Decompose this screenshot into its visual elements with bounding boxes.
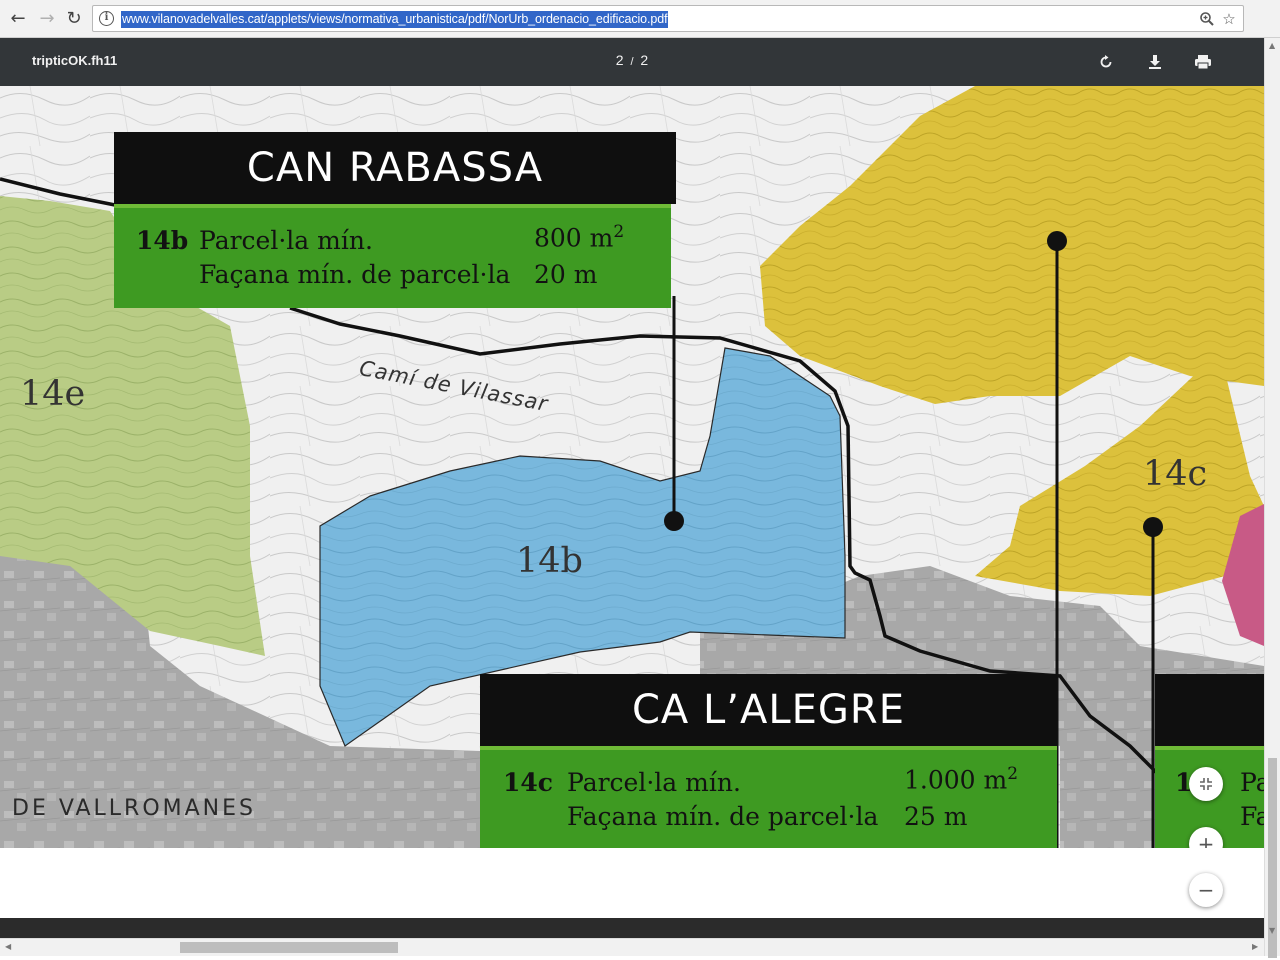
download-icon[interactable] [1142, 49, 1168, 75]
rotate-icon[interactable] [1093, 49, 1119, 75]
page-total: 2 [640, 52, 649, 68]
horizontal-scrollbar[interactable]: ◀ ▶ [0, 938, 1264, 956]
zone-14c-label: 14c [1143, 454, 1208, 494]
page-current[interactable]: 2 [616, 52, 624, 68]
ca-lalegre-min-parcel-value: 1.000 m2 [904, 764, 1019, 795]
can-rabassa-min-facade-value: 20 m [534, 260, 598, 289]
can-rabassa-min-parcel-value: 800 m2 [534, 222, 625, 253]
fit-page-button[interactable] [1189, 767, 1223, 801]
scroll-down-icon[interactable]: ▼ [1269, 926, 1275, 935]
ca-lalegre-min-parcel-label: Parcel·la mín. [567, 768, 741, 797]
print-icon[interactable] [1190, 49, 1216, 75]
fit-page-icon [1199, 772, 1213, 796]
can-rabassa-title: CAN RABASSA [114, 132, 676, 204]
can-rabassa-min-facade-label: Façana mín. de parcel·la [199, 260, 511, 289]
ca-lalegre-min-facade-value: 25 m [904, 802, 968, 831]
ca-lalegre-pointer-dot [1047, 231, 1067, 251]
star-icon[interactable]: ☆ [1219, 9, 1239, 29]
ca-lalegre-zone: 14c [503, 768, 554, 797]
scroll-left-icon[interactable]: ◀ [5, 942, 11, 951]
browser-toolbar: ← → ↻ i www.vilanovadelvalles.cat/applet… [0, 0, 1280, 38]
can-rabassa-min-parcel-label: Parcel·la mín. [199, 226, 373, 255]
document-title: tripticOK.fh11 [32, 53, 118, 68]
page-separator: / [630, 56, 634, 68]
pdf-page-map: 14e 14b 14c Camí de Vilassar DE VALLROMA… [0, 86, 1264, 848]
ca-lalegre-min-facade-label: Façana mín. de parcel·la [567, 802, 879, 831]
page-indicator: 2 / 2 [600, 52, 664, 68]
third-pointer-dot [1143, 517, 1163, 537]
ca-lalegre-title: CA L’ALEGRE [480, 674, 1057, 746]
horizontal-scroll-thumb[interactable] [180, 942, 398, 953]
scroll-up-icon[interactable]: ▲ [1269, 41, 1275, 50]
info-icon[interactable]: i [99, 11, 114, 26]
zone-14e-label: 14e [20, 374, 86, 414]
viewer-background-strip [0, 918, 1264, 938]
scroll-right-icon[interactable]: ▶ [1252, 942, 1258, 951]
ca-lalegre-info-box: 14c Parcel·la mín. 1.000 m2 Façana mín. … [480, 746, 1057, 848]
vertical-scrollbar[interactable]: ▲ ▼ [1264, 38, 1280, 958]
zone-14b-label: 14b [516, 541, 583, 581]
zoom-icon[interactable] [1197, 9, 1217, 29]
can-rabassa-pointer-dot [664, 511, 684, 531]
reload-icon[interactable]: ↻ [63, 7, 85, 29]
third-panel-title [1155, 674, 1264, 746]
zoom-out-button[interactable]: − [1189, 873, 1223, 907]
page-gap [0, 848, 1264, 918]
third-panel-line1: Pa [1240, 768, 1264, 797]
url-text[interactable]: www.vilanovadelvalles.cat/applets/views/… [121, 11, 669, 28]
address-bar[interactable]: i www.vilanovadelvalles.cat/applets/view… [92, 5, 1244, 32]
back-arrow-icon[interactable]: ← [7, 7, 29, 29]
can-rabassa-info-box: 14b Parcel·la mín. 800 m2 Façana mín. de… [114, 204, 671, 308]
area-label: DE VALLROMANES [12, 796, 256, 821]
can-rabassa-zone: 14b [136, 226, 189, 255]
pdf-toolbar: tripticOK.fh11 2 / 2 [0, 38, 1264, 86]
third-panel-line2: Fa [1240, 802, 1264, 831]
forward-arrow-icon[interactable]: → [36, 7, 58, 29]
